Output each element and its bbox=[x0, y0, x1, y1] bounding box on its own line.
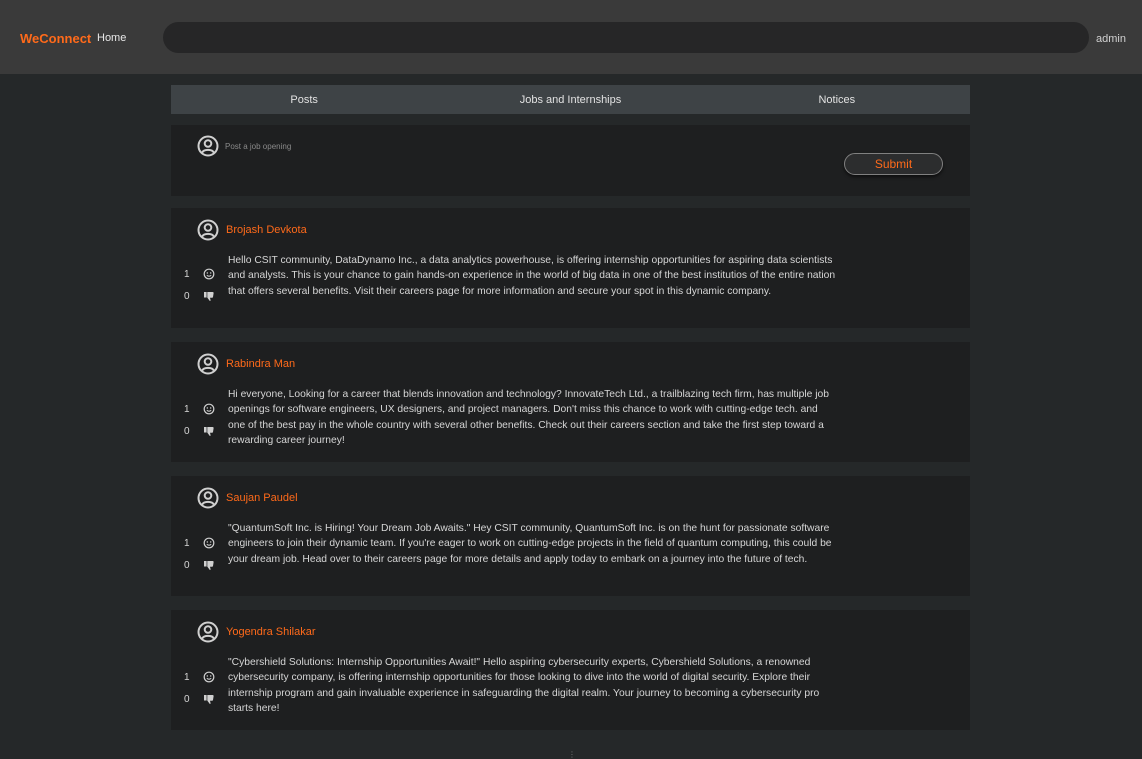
thumbs-down-icon[interactable] bbox=[203, 290, 215, 302]
dislike-count: 0 bbox=[184, 426, 190, 437]
post-author[interactable]: Saujan Paudel bbox=[226, 492, 298, 504]
smiley-icon[interactable] bbox=[203, 537, 215, 549]
search-input[interactable] bbox=[163, 22, 1089, 53]
user-circle-icon bbox=[197, 135, 219, 157]
resize-grip-icon: ⋮ bbox=[568, 750, 576, 759]
job-opening-input[interactable] bbox=[225, 139, 825, 153]
dislike-count: 0 bbox=[184, 291, 190, 302]
smiley-icon[interactable] bbox=[203, 403, 215, 415]
thumbs-down-icon[interactable] bbox=[203, 425, 215, 437]
tab-notices[interactable]: Notices bbox=[704, 85, 970, 114]
user-circle-icon bbox=[197, 219, 219, 241]
post-composer: Submit bbox=[171, 125, 970, 196]
tab-posts[interactable]: Posts bbox=[171, 85, 437, 114]
like-count: 1 bbox=[184, 404, 190, 415]
thumbs-down-icon[interactable] bbox=[203, 693, 215, 705]
top-navbar: WeConnect Home admin bbox=[0, 0, 1142, 74]
post-card: Rabindra Man Hi everyone, Looking for a … bbox=[171, 342, 970, 462]
post-card: Brojash Devkota Hello CSIT community, Da… bbox=[171, 208, 970, 328]
post-body: "Cybershield Solutions: Internship Oppor… bbox=[228, 657, 820, 714]
post-author[interactable]: Brojash Devkota bbox=[226, 224, 307, 236]
post-card: Yogendra Shilakar "Cybershield Solutions… bbox=[171, 610, 970, 730]
smiley-icon[interactable] bbox=[203, 268, 215, 280]
smiley-icon[interactable] bbox=[203, 671, 215, 683]
post-author[interactable]: Rabindra Man bbox=[226, 358, 295, 370]
tab-jobs-and-internships[interactable]: Jobs and Internships bbox=[437, 85, 703, 114]
user-menu[interactable]: admin bbox=[1096, 33, 1126, 45]
user-circle-icon bbox=[197, 621, 219, 643]
user-circle-icon bbox=[197, 487, 219, 509]
post-author[interactable]: Yogendra Shilakar bbox=[226, 626, 316, 638]
user-circle-icon bbox=[197, 353, 219, 375]
post-card: Saujan Paudel "QuantumSoft Inc. is Hirin… bbox=[171, 476, 970, 596]
like-count: 1 bbox=[184, 269, 190, 280]
post-body: Hello CSIT community, DataDynamo Inc., a… bbox=[228, 255, 836, 297]
submit-button[interactable]: Submit bbox=[844, 153, 943, 175]
post-body: Hi everyone, Looking for a career that b… bbox=[228, 389, 830, 446]
home-link[interactable]: Home bbox=[97, 32, 126, 44]
brand-logo[interactable]: WeConnect bbox=[20, 31, 91, 46]
dislike-count: 0 bbox=[184, 694, 190, 705]
tab-bar: Posts Jobs and Internships Notices bbox=[171, 85, 970, 114]
thumbs-down-icon[interactable] bbox=[203, 559, 215, 571]
like-count: 1 bbox=[184, 538, 190, 549]
post-body: "QuantumSoft Inc. is Hiring! Your Dream … bbox=[228, 523, 832, 565]
dislike-count: 0 bbox=[184, 560, 190, 571]
like-count: 1 bbox=[184, 672, 190, 683]
